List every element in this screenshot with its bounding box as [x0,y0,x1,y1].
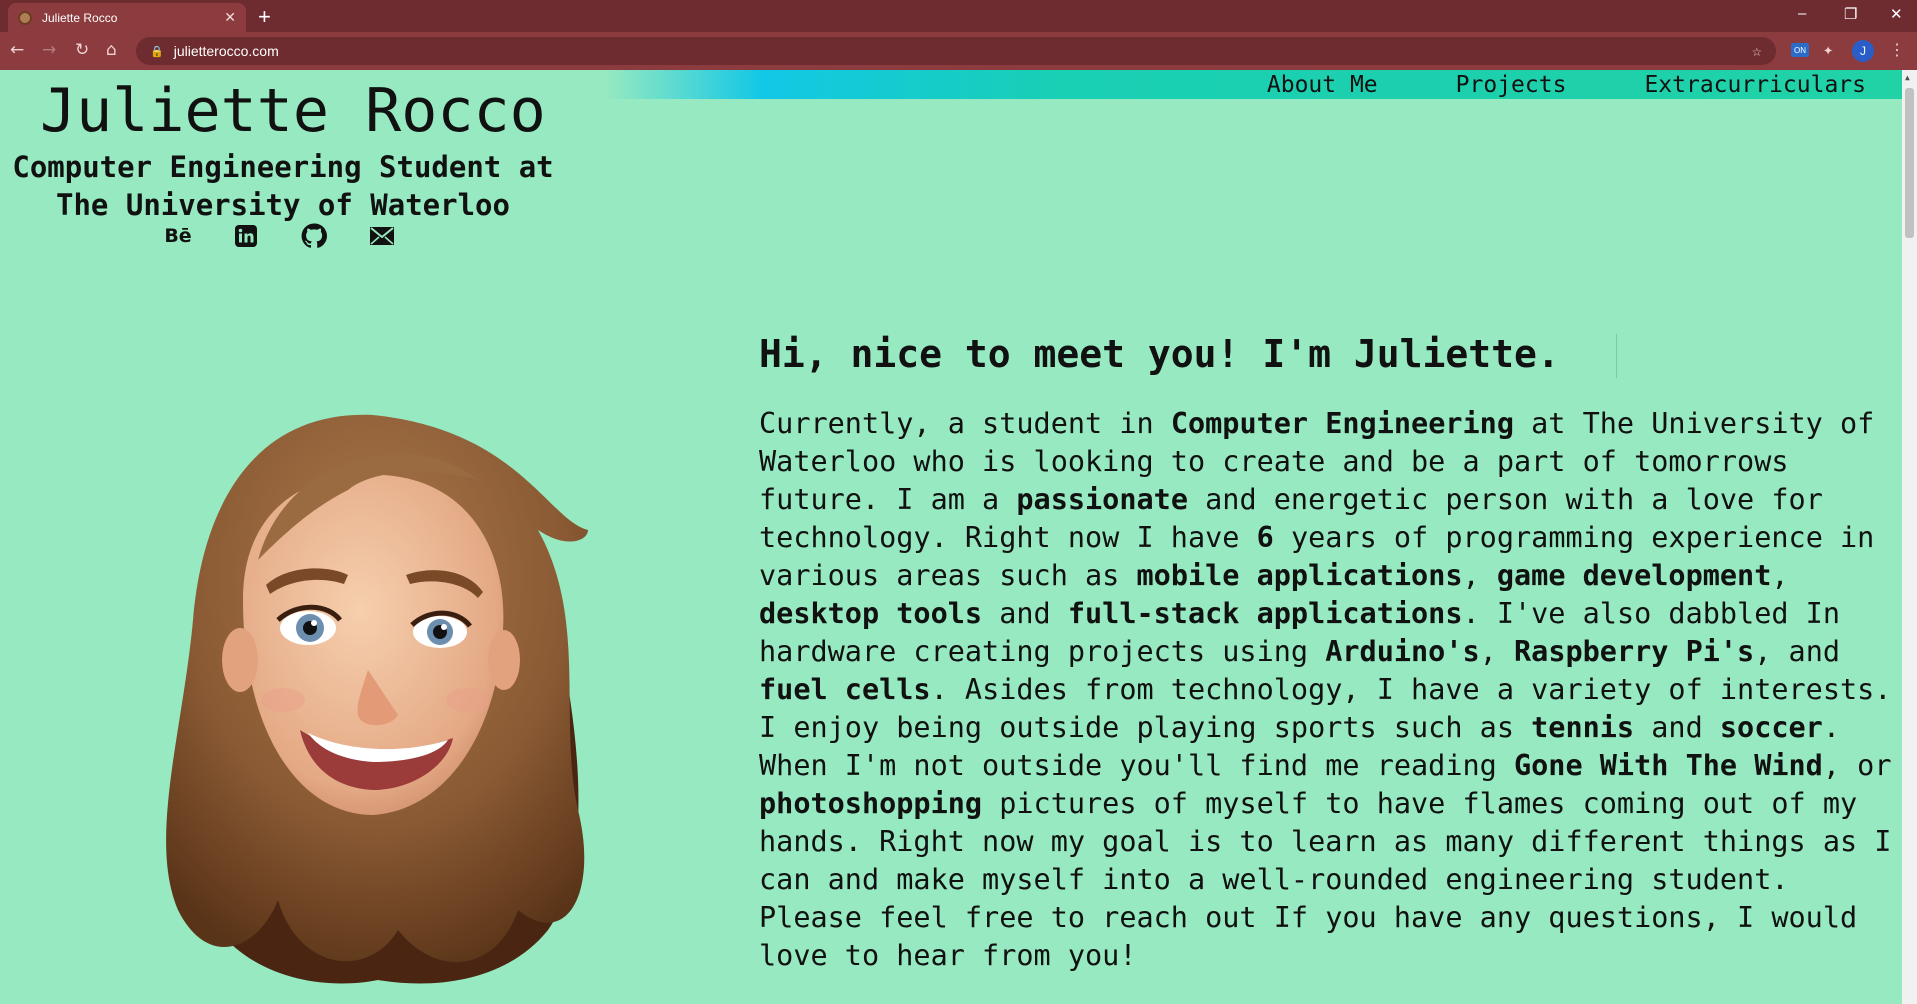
bio-highlight: Raspberry Pi's [1514,635,1755,668]
bio-text: and [1634,711,1720,744]
tab-close-icon[interactable]: ✕ [224,9,236,26]
bio-highlight: game development [1496,559,1772,592]
restore-button[interactable]: ❐ [1844,5,1857,23]
scroll-up-arrow-icon[interactable]: ▲ [1905,73,1910,82]
lock-icon: 🔒 [150,45,164,58]
bio-highlight: passionate [1016,483,1188,516]
bio-highlight: mobile applications [1136,559,1463,592]
site-name: Juliette Rocco [40,76,546,146]
page-scrollbar[interactable]: ▲ [1902,70,1917,1004]
extensions-puzzle-icon[interactable]: ✦ [1823,40,1833,60]
bio-highlight: Computer Engineering [1170,407,1514,440]
bio-highlight: photoshopping [759,787,983,820]
reload-icon[interactable]: ↻ [75,40,89,60]
nav-projects[interactable]: Projects [1456,72,1567,98]
subtitle-line-2: The University of Waterloo [56,188,510,222]
extension-icon[interactable]: ON [1791,43,1809,57]
bio-highlight: fuel cells [759,673,931,706]
bio-text: Currently, a student in [759,407,1171,440]
tab-title: Juliette Rocco [42,10,118,25]
intro-bio: Currently, a student in Computer Enginee… [759,405,1899,975]
back-arrow-icon[interactable]: ← [10,40,24,60]
favicon-icon [18,10,32,25]
web-page: About Me Projects Extracurriculars Julie… [0,70,1902,1004]
bio-text: , [1771,559,1789,592]
social-links: Bē [164,222,396,250]
minimize-button[interactable]: – [1798,5,1806,22]
url-text: julietterocco.com [173,43,279,59]
bio-highlight: tennis [1531,711,1635,744]
bio-highlight: 6 [1256,521,1274,554]
bio-text: and [982,597,1068,630]
bio-highlight: desktop tools [759,597,983,630]
linkedin-icon[interactable] [232,222,260,250]
forward-arrow-icon[interactable]: → [42,40,56,60]
intro-greeting: Hi, nice to meet you! I'm Juliette. [759,332,1560,376]
email-icon[interactable] [368,222,396,250]
home-icon[interactable]: ⌂ [106,40,117,60]
subtitle-line-1: Computer Engineering Student at [12,150,554,184]
site-subtitle: Computer Engineering Student at The Univ… [0,148,566,224]
bio-highlight: Arduino's [1325,635,1480,668]
scrollbar-thumb[interactable] [1905,88,1914,238]
bookmark-star-icon[interactable]: ☆ [1752,41,1762,60]
nav-extracurriculars[interactable]: Extracurriculars [1644,72,1866,98]
github-icon[interactable] [300,222,328,250]
bio-highlight: Gone With The Wind [1513,749,1823,782]
bio-text: , [1479,635,1514,668]
browser-toolbar: ← → ↻ ⌂ 🔒 julietterocco.com ☆ ON ✦ J ⋮ [0,32,1917,70]
memoji-avatar [166,414,588,984]
window-close-button[interactable]: ✕ [1890,5,1903,23]
behance-icon[interactable]: Bē [164,222,192,250]
typing-cursor [1616,334,1617,378]
profile-avatar[interactable]: J [1852,40,1874,62]
bio-text: , and [1754,635,1841,668]
bio-text: , [1462,559,1497,592]
bio-highlight: full-stack applications [1067,597,1463,630]
top-nav-bar: About Me Projects Extracurriculars [606,70,1902,99]
bio-text: , or [1822,749,1892,782]
browser-menu-icon[interactable]: ⋮ [1889,40,1905,59]
new-tab-button[interactable]: + [258,4,271,30]
address-bar[interactable]: 🔒 julietterocco.com [136,37,1776,65]
nav-about-me[interactable]: About Me [1267,72,1378,98]
browser-tab[interactable]: Juliette Rocco ✕ [8,3,246,32]
bio-highlight: soccer [1719,711,1823,744]
browser-tab-bar: Juliette Rocco ✕ + – ❐ ✕ [0,0,1917,32]
